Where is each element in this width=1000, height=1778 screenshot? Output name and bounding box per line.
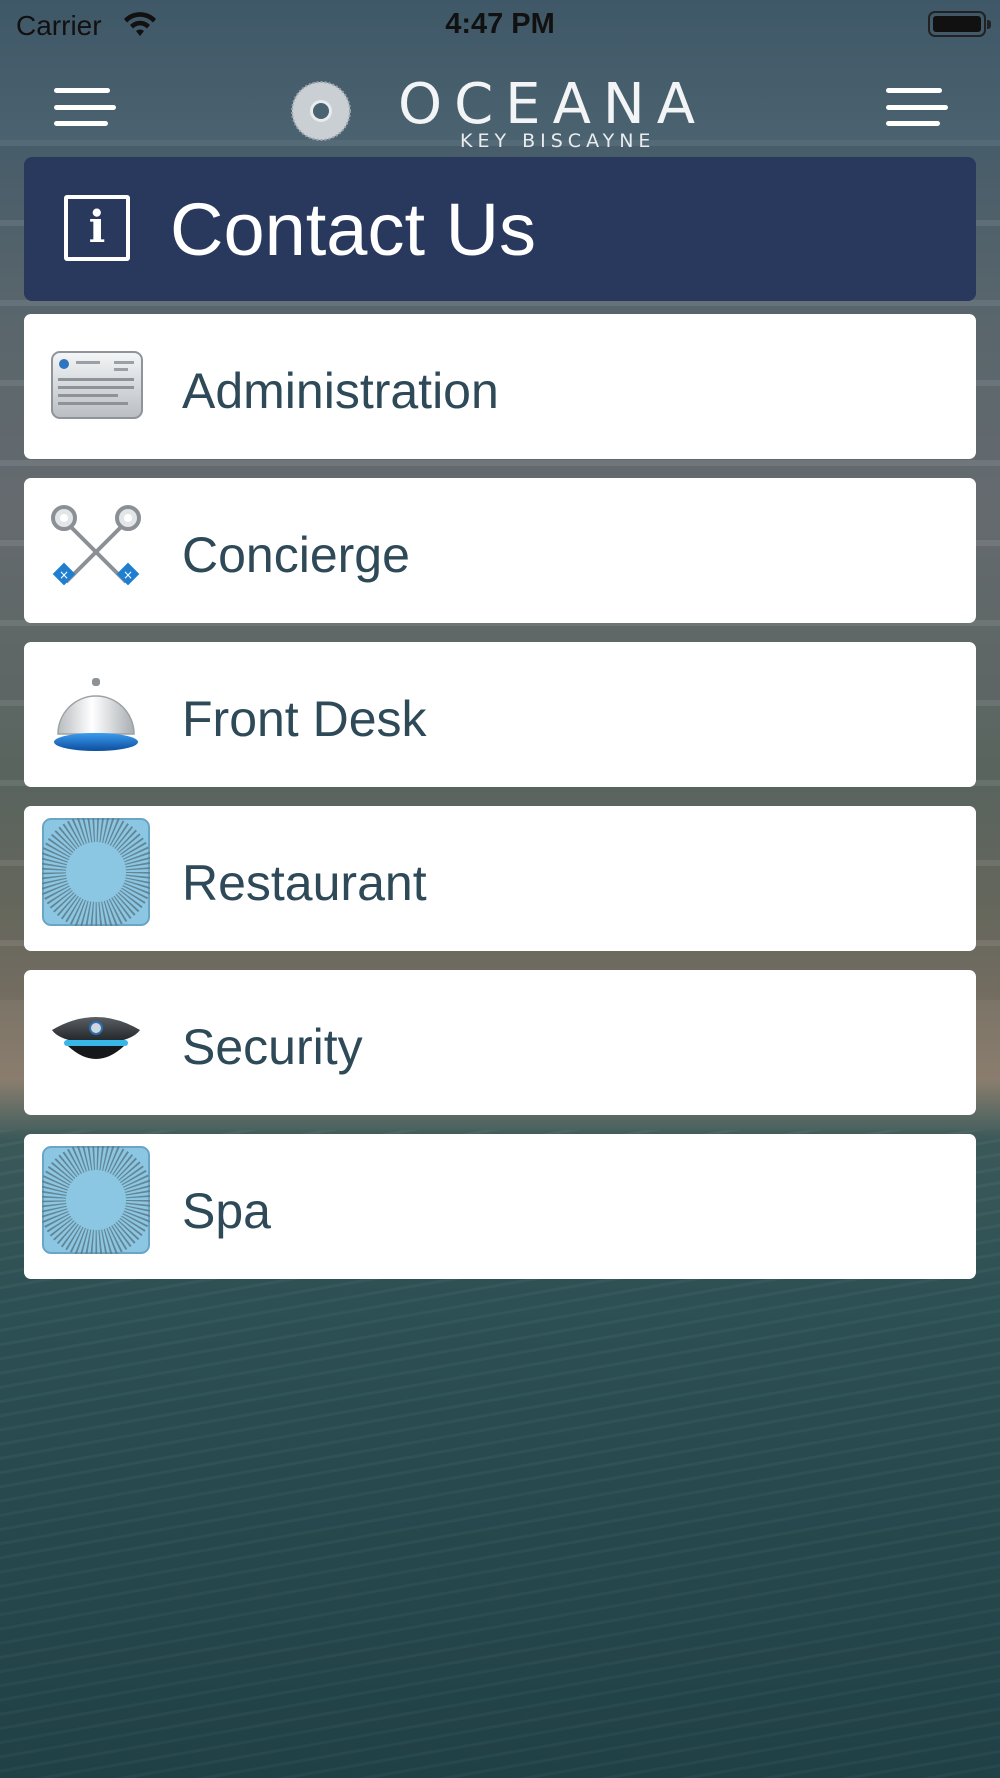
list-item-label: Administration — [182, 363, 499, 419]
svg-text:×: × — [59, 568, 69, 582]
menu-right-button[interactable] — [886, 82, 948, 132]
contact-list: Administration × × Concierge Front Desk … — [24, 314, 976, 1298]
app-logo: OCEANA KEY BISCAYNE — [288, 72, 728, 152]
list-item-spa[interactable]: Spa — [24, 1134, 976, 1279]
list-item-label: Front Desk — [182, 691, 427, 747]
list-item-restaurant[interactable]: Restaurant — [24, 806, 976, 951]
list-item-label: Security — [182, 1019, 363, 1075]
menu-left-button[interactable] — [54, 82, 116, 132]
info-icon: i — [64, 195, 130, 261]
oceana-logo-mark-icon — [291, 81, 351, 141]
list-item-front-desk[interactable]: Front Desk — [24, 642, 976, 787]
svg-text:×: × — [123, 568, 133, 582]
page-header: i Contact Us — [24, 157, 976, 301]
logo-wordmark: OCEANA — [398, 72, 708, 137]
oceana-logo-tile-icon — [42, 1146, 150, 1254]
list-item-label: Spa — [182, 1183, 271, 1239]
crossed-keys-icon: × × — [51, 505, 141, 586]
list-item-label: Restaurant — [182, 855, 427, 911]
page-title: Contact Us — [170, 188, 537, 271]
oceana-logo-tile-icon — [42, 818, 150, 926]
clock: 4:47 PM — [445, 8, 555, 40]
list-item-administration[interactable]: Administration — [24, 314, 976, 459]
list-item-concierge[interactable]: × × Concierge — [24, 478, 976, 623]
list-item-label: Concierge — [182, 527, 410, 583]
logo-subtitle: KEY BISCAYNE — [460, 130, 656, 152]
security-cap-icon — [52, 1017, 140, 1059]
service-bell-icon — [54, 678, 138, 751]
battery-icon — [928, 11, 991, 37]
id-card-icon — [51, 351, 143, 419]
nav-bar: OCEANA KEY BISCAYNE — [0, 60, 1000, 152]
status-bar: Carrier 4:47 PM — [0, 0, 1000, 50]
list-item-security[interactable]: Security — [24, 970, 976, 1115]
